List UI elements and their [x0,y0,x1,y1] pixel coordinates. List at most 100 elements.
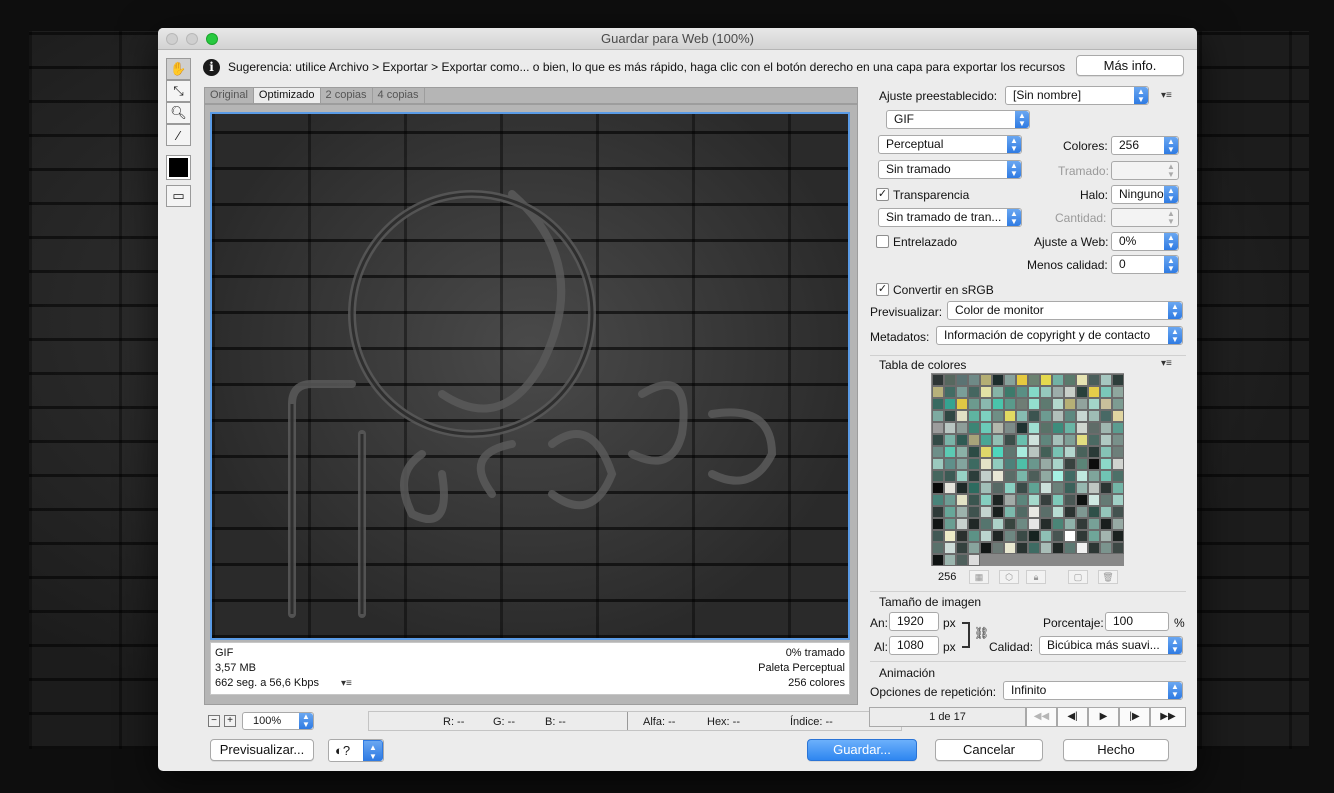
color-swatch[interactable] [992,398,1004,410]
color-swatch[interactable] [992,434,1004,446]
color-swatch[interactable] [1112,506,1124,518]
color-swatch[interactable] [1076,386,1088,398]
delete-color-icon[interactable]: 🗑︎ [1098,570,1118,584]
color-swatch[interactable] [1016,374,1028,386]
color-swatch[interactable] [1076,470,1088,482]
color-swatch[interactable] [1100,482,1112,494]
color-swatch[interactable] [932,374,944,386]
color-swatch[interactable] [1088,470,1100,482]
tab-2-up[interactable]: 2 copias [321,88,373,103]
color-swatch[interactable] [944,434,956,446]
color-swatch[interactable] [1100,446,1112,458]
color-swatch[interactable] [1040,518,1052,530]
color-swatch[interactable] [956,374,968,386]
color-swatch[interactable] [956,542,968,554]
interlaced-checkbox[interactable] [876,235,889,248]
srgb-checkbox[interactable]: ✓ [876,283,889,296]
color-swatch[interactable] [1040,446,1052,458]
color-swatch[interactable] [1100,506,1112,518]
preview-image[interactable] [210,112,850,640]
color-swatch[interactable] [956,410,968,422]
color-swatch[interactable] [1076,530,1088,542]
color-swatch[interactable] [1016,518,1028,530]
slice-select-tool-icon[interactable]: ⤡ [166,80,191,102]
color-swatch[interactable] [1040,470,1052,482]
done-button[interactable]: Hecho [1063,739,1169,761]
new-color-icon[interactable]: ▢ [1068,570,1088,584]
color-swatch[interactable] [980,422,992,434]
color-swatch[interactable] [1052,518,1064,530]
color-swatch[interactable] [992,410,1004,422]
color-swatch[interactable] [932,386,944,398]
color-swatch[interactable] [932,410,944,422]
color-swatch[interactable] [1016,482,1028,494]
preview-select[interactable]: Color de monitor ▲ ▼ [947,301,1183,320]
color-swatch[interactable] [1016,398,1028,410]
color-swatch[interactable] [1016,506,1028,518]
color-swatch[interactable] [932,446,944,458]
color-swatch[interactable] [944,410,956,422]
save-button[interactable]: Guardar... [807,739,917,761]
color-swatch[interactable] [1004,518,1016,530]
color-swatch[interactable] [968,482,980,494]
metadata-select[interactable]: Información de copyright y de contacto ▲… [936,326,1183,345]
color-swatch[interactable] [944,530,956,542]
color-swatch[interactable] [1100,434,1112,446]
color-swatch[interactable] [1028,374,1040,386]
previous-frame-icon[interactable]: ◀| [1057,707,1088,727]
close-button[interactable] [166,33,178,45]
eyedropper-tool-icon[interactable]: ⁄ [166,124,191,146]
color-swatch[interactable] [968,506,980,518]
color-swatch[interactable] [1028,398,1040,410]
toggle-slices-icon[interactable]: ▭ [166,185,191,207]
color-swatch[interactable] [956,386,968,398]
color-swatch[interactable] [980,494,992,506]
color-swatch[interactable] [968,386,980,398]
color-swatch[interactable] [992,458,1004,470]
preset-select[interactable]: [Sin nombre] ▲ ▼ [1005,86,1149,105]
color-swatch[interactable] [1028,410,1040,422]
color-swatch[interactable] [992,470,1004,482]
color-swatch[interactable] [1004,434,1016,446]
color-swatch[interactable] [1028,530,1040,542]
color-swatch[interactable] [992,542,1004,554]
color-swatch[interactable] [944,494,956,506]
color-swatch[interactable] [944,458,956,470]
first-frame-icon[interactable]: ◀◀ [1026,707,1057,727]
color-swatch[interactable] [932,482,944,494]
color-swatch[interactable] [968,398,980,410]
color-swatch[interactable] [932,542,944,554]
color-swatch[interactable] [1040,434,1052,446]
color-swatch[interactable] [1076,446,1088,458]
color-swatch[interactable] [1028,434,1040,446]
color-swatch[interactable] [1004,482,1016,494]
color-swatch[interactable] [944,554,956,566]
color-swatch[interactable] [1088,374,1100,386]
color-swatch[interactable] [944,422,956,434]
color-swatch[interactable] [1064,398,1076,410]
color-swatch[interactable] [992,494,1004,506]
color-swatch[interactable] [1016,446,1028,458]
color-swatch[interactable] [1088,386,1100,398]
color-swatch[interactable] [1088,518,1100,530]
next-frame-icon[interactable]: |▶ [1119,707,1150,727]
color-swatch[interactable] [1088,494,1100,506]
color-swatch[interactable] [1040,458,1052,470]
color-swatch[interactable] [956,554,968,566]
color-swatch[interactable] [1076,518,1088,530]
color-swatch[interactable] [1004,494,1016,506]
color-swatch[interactable] [1076,482,1088,494]
tab-optimized[interactable]: Optimizado [253,88,321,103]
color-swatch[interactable] [968,410,980,422]
color-swatch[interactable] [1052,374,1064,386]
color-swatch[interactable] [1004,470,1016,482]
color-swatch[interactable] [1052,458,1064,470]
color-swatch[interactable] [980,506,992,518]
color-swatch[interactable] [1100,530,1112,542]
color-swatch[interactable] [1052,506,1064,518]
color-swatch[interactable] [1088,482,1100,494]
loop-select[interactable]: Infinito ▲ ▼ [1003,681,1183,700]
color-swatch[interactable] [1052,422,1064,434]
color-swatch[interactable] [1064,434,1076,446]
color-swatch[interactable] [956,506,968,518]
